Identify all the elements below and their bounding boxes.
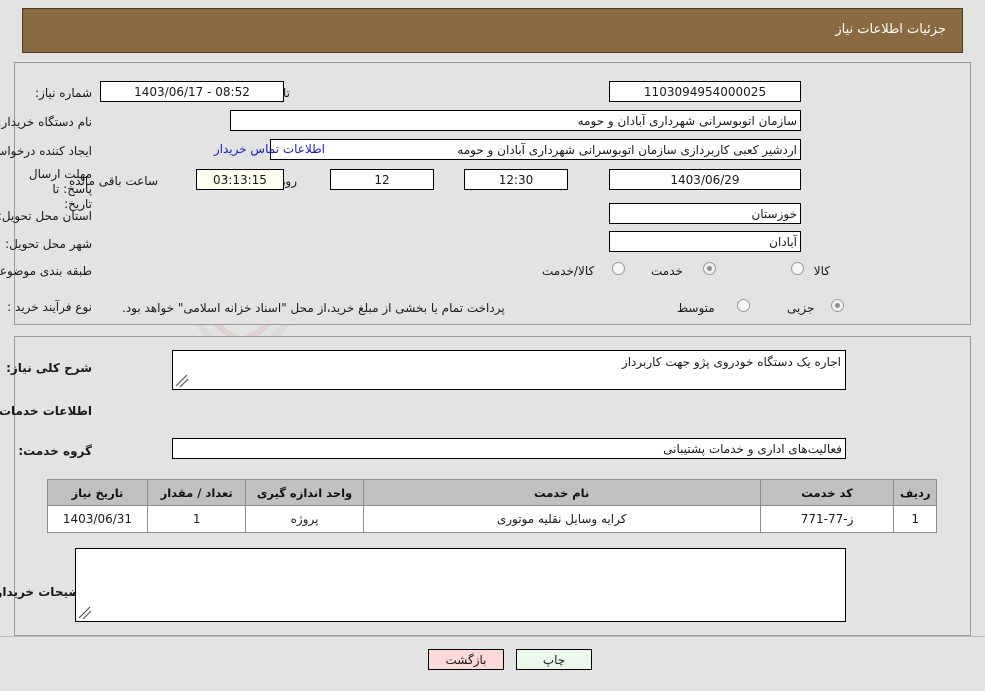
category-radio-kala[interactable]	[791, 262, 804, 275]
cell-date: 1403/06/31	[47, 505, 148, 533]
cell-unit: پروژه	[245, 505, 364, 533]
table-row: 1 ز-77-771 کرایه وسایل نقلیه موتوری پروژ…	[47, 505, 937, 533]
page-title: جزئیات اطلاعات نیاز	[835, 22, 946, 37]
table-header-qty: تعداد / مقدار	[146, 479, 247, 506]
buyer-org-label: نام دستگاه خریدار:	[0, 115, 92, 129]
category-radio-khedmat[interactable]	[703, 262, 716, 275]
services-table: ردیف کد خدمت نام خدمت واحد اندازه گیری ت…	[47, 479, 937, 533]
time-field[interactable]: 12:30	[464, 169, 568, 190]
creator-field[interactable]: اردشیر کعبی کاربردازی سازمان اتوبوسرانی …	[270, 139, 801, 160]
buyer-comments-textarea[interactable]	[75, 548, 846, 622]
deadline-date-field[interactable]: 1403/06/29	[609, 169, 801, 190]
resize-grip-icon[interactable]	[78, 606, 92, 620]
cell-radif: 1	[893, 505, 937, 533]
service-group-field[interactable]: فعالیت‌های اداری و خدمات پشتیبانی	[172, 438, 846, 459]
category-radio-kala-khedmat[interactable]	[612, 262, 625, 275]
countdown-suffix-label: ساعت باقی مانده	[68, 174, 158, 188]
city-field[interactable]: آبادان	[609, 231, 801, 252]
need-number-field[interactable]: 1103094954000025	[609, 81, 801, 102]
category-option-kala-khedmat-label: کالا/خدمت	[542, 264, 595, 278]
services-info-title: اطلاعات خدمات مورد نیاز	[0, 404, 92, 418]
category-option-khedmat-label: خدمت	[651, 264, 683, 278]
creator-label: ایجاد کننده درخواست:	[0, 144, 92, 158]
table-header-unit: واحد اندازه گیری	[245, 479, 364, 506]
days-field[interactable]: 12	[330, 169, 434, 190]
buyer-contact-link[interactable]: اطلاعات تماس خریدار	[214, 142, 325, 156]
general-desc-value: اجاره یک دستگاه خودروی پژو جهت کاربرداز	[621, 355, 841, 369]
page-root: AnaTender.neT جزئیات اطلاعات نیاز شماره …	[0, 0, 985, 691]
cell-qty: 1	[146, 505, 247, 533]
table-header-date: تاریخ نیاز	[47, 479, 148, 506]
province-label: استان محل تحویل:	[0, 209, 92, 223]
resize-grip-icon[interactable]	[175, 374, 189, 388]
cell-code: ز-77-771	[759, 505, 895, 533]
announce-datetime-field[interactable]: 1403/06/17 - 08:52	[100, 81, 284, 102]
table-header-code: کد خدمت	[759, 479, 895, 506]
city-label: شهر محل تحویل:	[5, 237, 92, 251]
buyer-org-field[interactable]: سازمان اتوبوسرانی شهرداری آبادان و حومه	[230, 110, 801, 131]
general-desc-textarea[interactable]: اجاره یک دستگاه خودروی پژو جهت کاربرداز	[172, 350, 846, 390]
countdown-field: 03:13:15	[196, 169, 284, 190]
table-header-name: نام خدمت	[362, 479, 761, 506]
process-label: نوع فرآیند خرید :	[7, 300, 92, 314]
table-header-row: ردیف کد خدمت نام خدمت واحد اندازه گیری ت…	[47, 479, 937, 506]
treasury-note: پرداخت تمام یا بخشی از مبلغ خرید،از محل …	[122, 301, 505, 315]
service-group-label: گروه خدمت:	[18, 444, 92, 458]
category-option-kala-label: کالا	[813, 264, 830, 278]
process-option-motavasset-label: متوسط	[677, 301, 715, 315]
back-button[interactable]: بازگشت	[428, 649, 504, 670]
print-button[interactable]: چاپ	[516, 649, 592, 670]
process-option-jozei-label: جزیی	[787, 301, 815, 315]
province-field[interactable]: خوزستان	[609, 203, 801, 224]
table-header-radif: ردیف	[893, 479, 937, 506]
cell-name: کرایه وسایل نقلیه موتوری	[362, 505, 761, 533]
general-desc-label: شرح کلی نیاز:	[6, 361, 92, 375]
process-radio-jozei[interactable]	[831, 299, 844, 312]
category-label: طبقه بندی موضوعی:	[0, 264, 92, 278]
bottom-divider	[0, 636, 985, 637]
process-radio-motavasset[interactable]	[737, 299, 750, 312]
header-bar: جزئیات اطلاعات نیاز	[22, 8, 963, 53]
need-number-label: شماره نیاز:	[35, 86, 92, 100]
